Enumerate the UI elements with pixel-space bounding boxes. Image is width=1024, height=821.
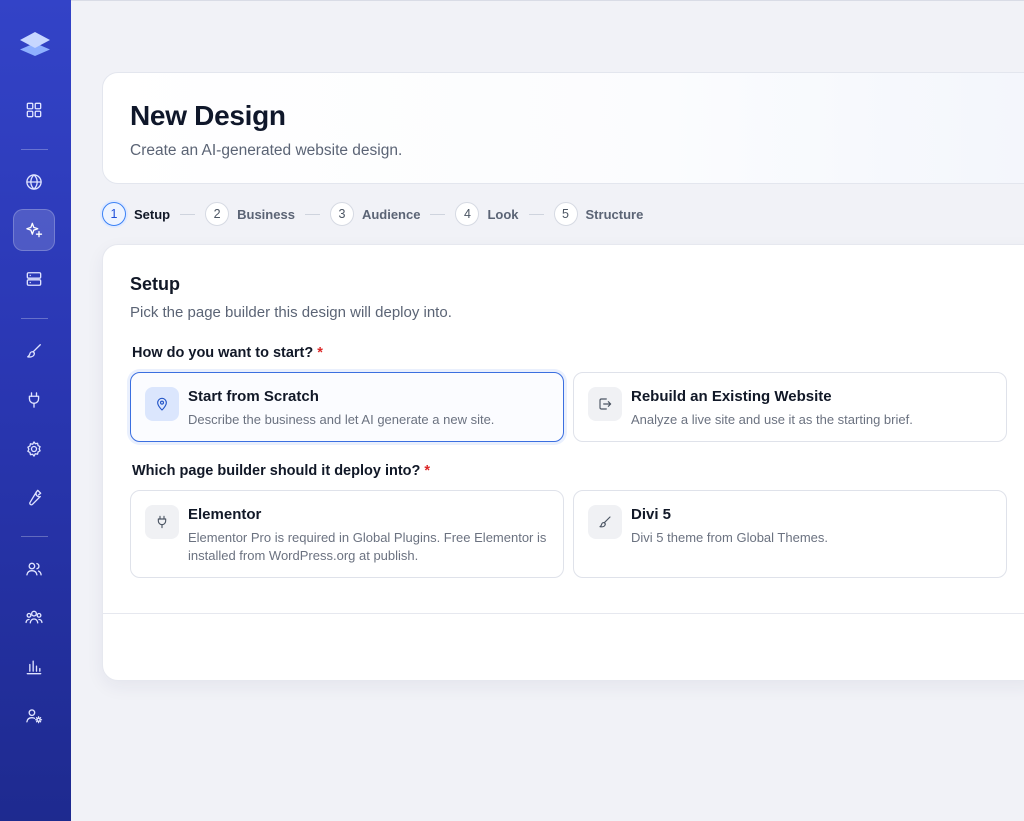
setup-card: Setup Pick the page builder this design …	[102, 244, 1024, 681]
step-label: Look	[487, 206, 519, 222]
team-icon[interactable]	[13, 596, 55, 638]
bar-chart-icon[interactable]	[13, 646, 55, 688]
step-separator	[430, 213, 446, 215]
plug-icon	[145, 505, 179, 539]
option-title: Elementor	[188, 506, 262, 523]
option-elementor[interactable]: Elementor Elementor Pro is required in G…	[130, 490, 564, 578]
start-question-text: How do you want to start?	[132, 345, 314, 361]
import-icon	[588, 387, 622, 421]
option-title: Start from Scratch	[188, 388, 319, 405]
step-structure[interactable]: 5 Structure	[553, 202, 644, 226]
layers-logo-icon[interactable]	[17, 27, 53, 61]
globe-icon[interactable]	[13, 161, 55, 203]
page-title: New Design	[130, 100, 286, 131]
wrench-icon[interactable]	[13, 476, 55, 518]
step-label: Business	[237, 206, 295, 222]
start-question-label: How do you want to start? *	[132, 345, 323, 361]
sidebar-divider	[21, 318, 48, 319]
step-separator	[528, 213, 544, 215]
wizard-stepper: 1 Setup 2 Business 3 Audience 4 Look 5 S…	[102, 202, 643, 226]
sidebar-divider	[21, 149, 48, 150]
step-label: Structure	[585, 206, 644, 222]
brush-icon	[588, 505, 622, 539]
brush-icon[interactable]	[13, 330, 55, 372]
users-icon[interactable]	[13, 548, 55, 590]
step-label: Setup	[134, 206, 171, 222]
option-rebuild-existing-website[interactable]: Rebuild an Existing Website Analyze a li…	[573, 372, 1007, 442]
step-number: 5	[553, 202, 578, 226]
step-separator	[304, 213, 320, 215]
plug-icon[interactable]	[13, 379, 55, 421]
section-subtitle: Pick the page builder this design will d…	[130, 304, 452, 321]
option-title: Divi 5	[631, 506, 672, 523]
server-icon[interactable]	[13, 258, 55, 300]
option-divi-5[interactable]: Divi 5 Divi 5 theme from Global Themes.	[573, 490, 1007, 578]
option-start-from-scratch[interactable]: Start from Scratch Describe the business…	[130, 372, 564, 442]
step-number: 1	[102, 202, 126, 226]
required-marker: *	[317, 345, 323, 361]
page-header: New Design Create an AI-generated websit…	[102, 72, 1024, 184]
sidebar	[0, 0, 71, 821]
step-business[interactable]: 2 Business	[205, 202, 295, 226]
step-separator	[180, 213, 196, 215]
option-description: Describe the business and let AI generat…	[188, 412, 495, 427]
builder-question-label: Which page builder should it deploy into…	[132, 463, 430, 479]
step-number: 3	[329, 202, 354, 226]
map-pin-icon	[145, 387, 179, 421]
step-setup[interactable]: 1 Setup	[102, 202, 170, 226]
top-border	[71, 0, 1024, 1]
step-number: 4	[455, 202, 480, 226]
required-marker: *	[424, 463, 431, 479]
builder-question-text: Which page builder should it deploy into…	[132, 463, 421, 479]
section-title: Setup	[130, 274, 181, 294]
gear-icon[interactable]	[13, 428, 55, 470]
sparkles-icon[interactable]	[13, 209, 55, 251]
step-label: Audience	[361, 206, 421, 222]
option-description: Divi 5 theme from Global Themes.	[631, 530, 828, 545]
page-subtitle: Create an AI-generated website design.	[130, 142, 403, 159]
sidebar-divider	[21, 536, 48, 537]
footer-divider	[103, 613, 1024, 614]
step-number: 2	[205, 202, 230, 226]
option-description: Elementor Pro is required in Global Plug…	[188, 530, 547, 563]
option-title: Rebuild an Existing Website	[631, 388, 832, 405]
grid-icon[interactable]	[13, 89, 55, 131]
user-settings-icon[interactable]	[13, 695, 55, 737]
step-look[interactable]: 4 Look	[455, 202, 519, 226]
option-description: Analyze a live site and use it as the st…	[631, 412, 913, 427]
step-audience[interactable]: 3 Audience	[329, 202, 421, 226]
